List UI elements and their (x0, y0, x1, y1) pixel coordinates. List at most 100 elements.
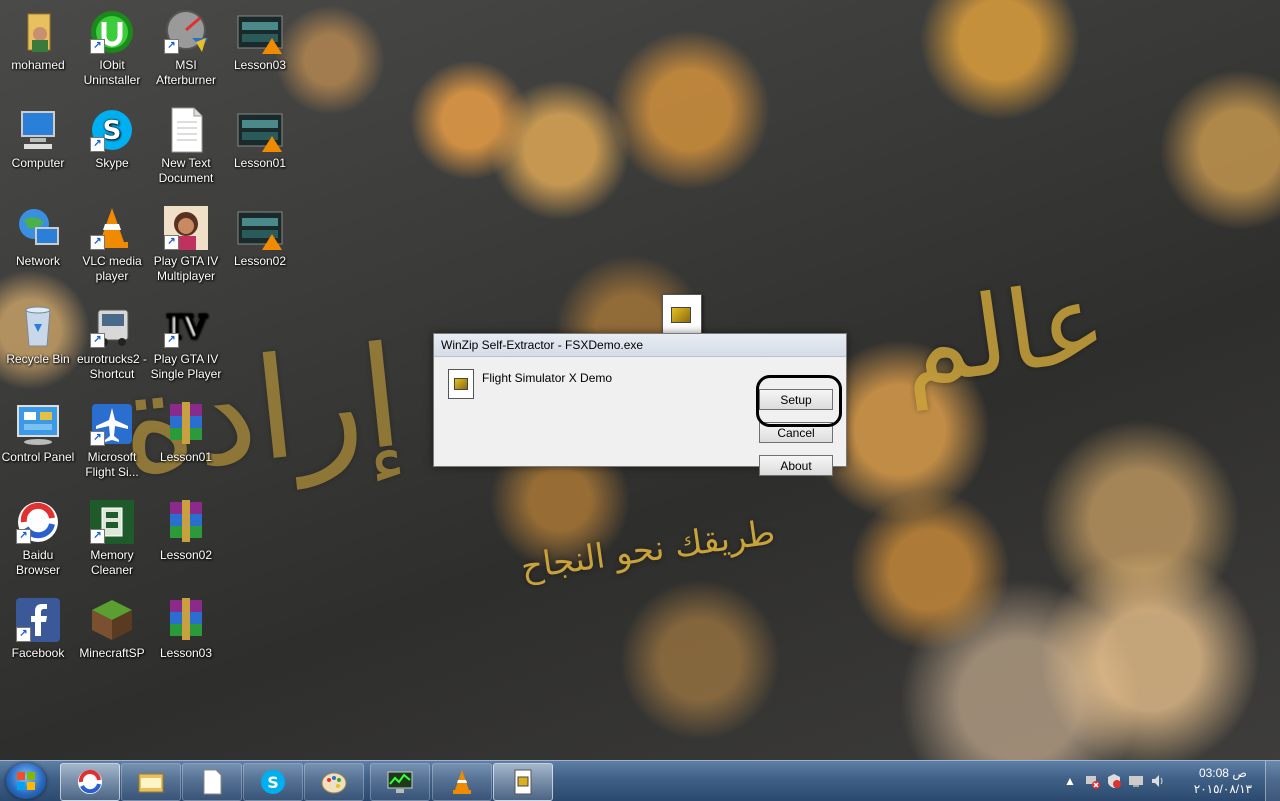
iobit-uninstaller-icon: ↗ (88, 8, 136, 56)
winzip-extractor-icon (514, 769, 532, 795)
taskbar-baidu-browser[interactable] (60, 763, 120, 801)
shortcut-arrow-icon: ↗ (164, 39, 179, 54)
cancel-button[interactable]: Cancel (759, 422, 833, 443)
taskbar-skype[interactable]: S (243, 763, 303, 801)
baidu-browser-icon: ↗ (14, 498, 62, 546)
taskbar: S ▲ 03:08 ص ٢٠١٥/٠٨/١٣ (0, 760, 1280, 801)
truck-icon: ↗ (88, 302, 136, 350)
desktop-icon-label: Network (15, 254, 60, 268)
shortcut-arrow-icon: ↗ (164, 333, 179, 348)
desktop-icon-eurotrucks2[interactable]: ↗ eurotrucks2 - Shortcut (74, 302, 150, 382)
desktop-icon-lesson01-video[interactable]: Lesson01 (222, 106, 298, 171)
taskbar-explorer[interactable] (121, 763, 181, 801)
desktop-icon-label: Microsoft Flight Si... (85, 450, 139, 479)
monitor-graph-icon (387, 771, 413, 793)
desktop-icon-memory-cleaner[interactable]: ↗ Memory Cleaner (74, 498, 150, 578)
taskbar-winzip-extractor[interactable] (493, 763, 553, 801)
start-button[interactable] (6, 763, 46, 799)
skype-icon: S ↗ (88, 106, 136, 154)
extractor-file-icon[interactable] (662, 294, 702, 336)
show-hidden-icons-icon[interactable]: ▲ (1062, 773, 1078, 789)
windows-flag-icon (17, 772, 35, 790)
desktop-icon-lesson03-video[interactable]: Lesson03 (222, 8, 298, 73)
desktop-icon-label: Lesson03 (233, 58, 287, 72)
desktop-icon-label: IObit Uninstaller (83, 58, 141, 87)
msi-afterburner-icon: ↗ (162, 8, 210, 56)
paint-palette-icon (321, 772, 347, 794)
show-desktop-button[interactable] (1265, 761, 1280, 801)
shortcut-arrow-icon: ↗ (16, 529, 31, 544)
desktop-icon-label: Facebook (11, 646, 65, 660)
desktop-icon-lesson03-archive[interactable]: Lesson03 (148, 596, 224, 661)
desktop-icon-network[interactable]: Network (0, 204, 76, 269)
user-folder-icon (14, 8, 62, 56)
shortcut-arrow-icon: ↗ (90, 39, 105, 54)
clock-time: 03:08 ص (1198, 766, 1247, 780)
desktop-icon-label: Baidu Browser (15, 548, 60, 577)
gta-character-icon: ↗ (162, 204, 210, 252)
desktop-icon-computer[interactable]: Computer (0, 106, 76, 171)
shortcut-arrow-icon: ↗ (90, 529, 105, 544)
desktop-icon-minecraftsp[interactable]: MinecraftSP (74, 596, 150, 661)
taskbar-vlc[interactable] (432, 763, 492, 801)
desktop-icon-new-text-document[interactable]: New Text Document (148, 106, 224, 186)
desktop-icon-lesson02-video[interactable]: Lesson02 (222, 204, 298, 269)
desktop-icon-label: Memory Cleaner (90, 548, 134, 577)
taskbar-task-manager[interactable] (370, 763, 430, 801)
taskbar-paint[interactable] (304, 763, 364, 801)
clock-date: ٢٠١٥/٠٨/١٣ (1193, 782, 1252, 796)
taskbar-clock[interactable]: 03:08 ص ٢٠١٥/٠٨/١٣ (1194, 765, 1252, 797)
desktop-icon-label: MinecraftSP (79, 646, 145, 660)
computer-icon (14, 106, 62, 154)
desktop-icon-vlc[interactable]: ↗ VLC media player (74, 204, 150, 284)
wallpaper-calligraphy-large: عالم (892, 256, 1114, 412)
svg-text:S: S (267, 773, 279, 792)
shortcut-arrow-icon: ↗ (90, 333, 105, 348)
desktop-icon-baidu-browser[interactable]: ↗ Baidu Browser (0, 498, 76, 578)
winrar-archive-icon (162, 596, 210, 644)
vlc-cone-icon: ↗ (88, 204, 136, 252)
shortcut-arrow-icon: ↗ (90, 137, 105, 152)
taskbar-notepad[interactable] (182, 763, 242, 801)
desktop-icon-gta-iv-multiplayer[interactable]: ↗ Play GTA IV Multiplayer (148, 204, 224, 284)
volume-icon[interactable] (1150, 773, 1166, 789)
shortcut-arrow-icon: ↗ (90, 235, 105, 250)
display-icon[interactable] (1128, 773, 1144, 789)
dialog-body: Flight Simulator X Demo Setup Cancel Abo… (434, 357, 846, 476)
security-icon[interactable] (1106, 773, 1122, 789)
system-tray: ▲ 03:08 ص ٢٠١٥/٠٨/١٣ (1060, 761, 1280, 801)
desktop-icon-facebook[interactable]: ↗ Facebook (0, 596, 76, 661)
desktop-icon-lesson02-archive[interactable]: Lesson02 (148, 498, 224, 563)
network-globe-icon (14, 204, 62, 252)
text-document-icon (162, 106, 210, 154)
setup-button[interactable]: Setup (759, 389, 833, 410)
winrar-archive-icon (162, 498, 210, 546)
folder-icon (138, 773, 164, 793)
desktop-icon-label: MSI Afterburner (155, 58, 217, 87)
desktop-icon-label: New Text Document (158, 156, 214, 185)
vlc-cone-icon (453, 770, 471, 794)
network-error-icon[interactable] (1084, 773, 1100, 789)
desktop-icon-user-folder[interactable]: mohamed (0, 8, 76, 73)
desktop-icon-label: Control Panel (1, 450, 75, 464)
desktop-icon-label: Play GTA IV Multiplayer (153, 254, 219, 283)
desktop-icon-flight-simulator[interactable]: ↗ Microsoft Flight Si... (74, 400, 150, 480)
skype-icon: S (261, 770, 285, 794)
desktop-icon-gta-iv-single-player[interactable]: IV ↗ Play GTA IV Single Player (148, 302, 224, 382)
desktop-icon-lesson01-archive[interactable]: Lesson01 (148, 400, 224, 465)
about-button[interactable]: About (759, 455, 833, 476)
desktop-icon-msi-afterburner[interactable]: ↗ MSI Afterburner (148, 8, 224, 88)
recycle-bin-icon (14, 302, 62, 350)
video-file-icon (236, 8, 284, 56)
shortcut-arrow-icon: ↗ (164, 235, 179, 250)
dialog-title[interactable]: WinZip Self-Extractor - FSXDemo.exe (434, 334, 846, 357)
desktop-icon-label: Lesson03 (159, 646, 213, 660)
document-icon (203, 769, 222, 795)
desktop-icon-label: Computer (11, 156, 65, 170)
desktop-icon-skype[interactable]: S ↗ Skype (74, 106, 150, 171)
desktop-icon-recycle-bin[interactable]: Recycle Bin (0, 302, 76, 367)
desktop-icon-control-panel[interactable]: Control Panel (0, 400, 76, 465)
desktop-icon-iobit-uninstaller[interactable]: ↗ IObit Uninstaller (74, 8, 150, 88)
minecraft-grass-block-icon (88, 596, 136, 644)
facebook-icon: ↗ (14, 596, 62, 644)
